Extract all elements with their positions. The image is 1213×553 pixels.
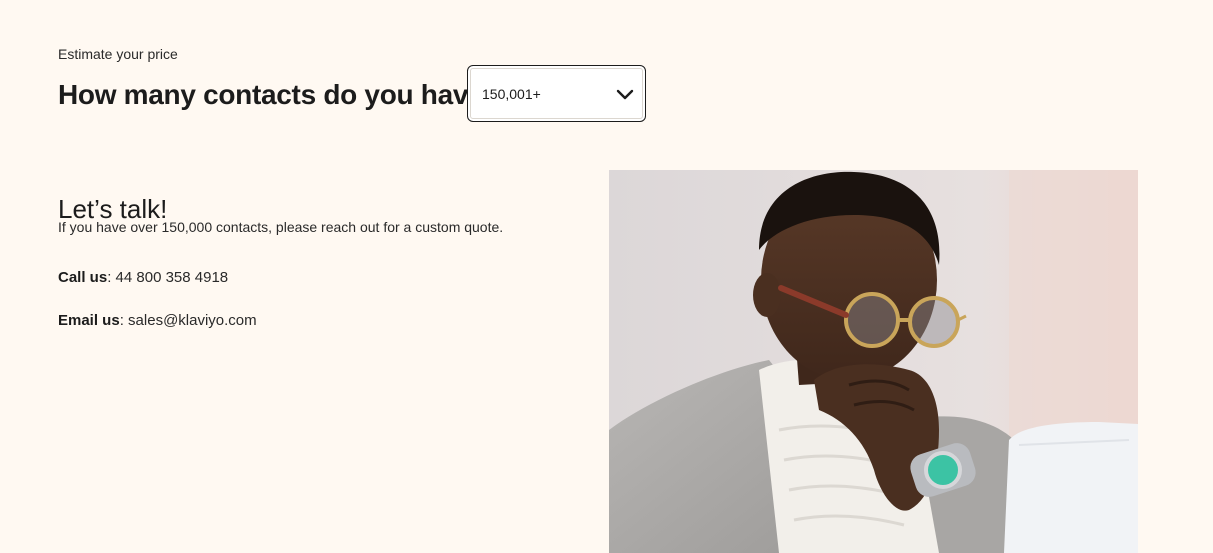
call-us-line: Call us: 44 800 358 4918 — [58, 268, 228, 288]
contacts-select-value: 150,001+ — [482, 86, 541, 102]
email-us-line: Email us: sales@klaviyo.com — [58, 311, 257, 331]
email-us-label: Email us — [58, 312, 120, 329]
estimate-eyebrow: Estimate your price — [58, 46, 178, 62]
contacts-question: How many contacts do you have? — [58, 79, 501, 110]
email-us-separator: : — [119, 312, 129, 329]
photo-illustration — [609, 170, 1138, 553]
contacts-select[interactable]: 150,001+ — [467, 65, 646, 122]
call-us-separator: : — [107, 269, 116, 286]
email-address[interactable]: sales@klaviyo.com — [128, 312, 257, 329]
phone-number[interactable]: 44 800 358 4918 — [116, 269, 229, 286]
call-us-label: Call us — [58, 269, 108, 286]
custom-quote-text: If you have over 150,000 contacts, pleas… — [58, 219, 504, 235]
chevron-down-icon — [616, 89, 634, 100]
man-with-glasses-photo — [609, 170, 1138, 553]
